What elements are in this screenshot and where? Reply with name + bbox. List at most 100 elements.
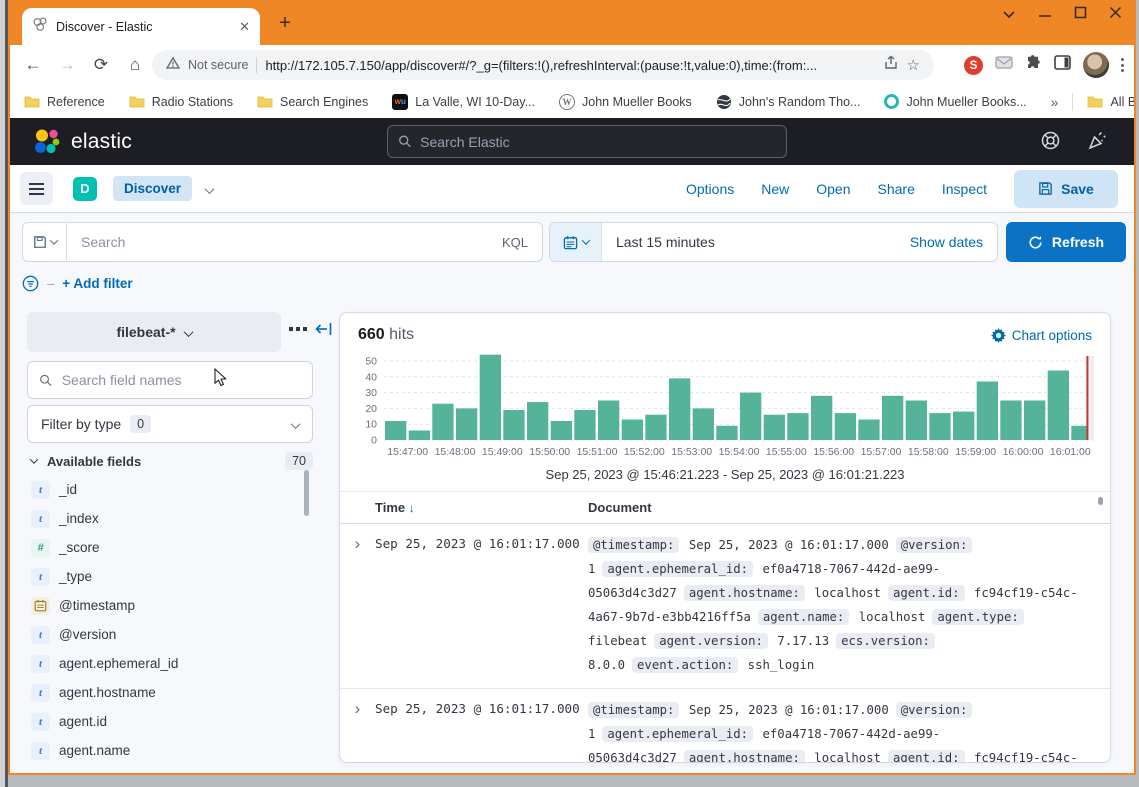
refresh-button[interactable]: Refresh	[1006, 222, 1126, 262]
histogram-bar[interactable]	[740, 393, 761, 440]
field-item[interactable]: t_id	[31, 475, 296, 504]
histogram-bar[interactable]	[622, 420, 643, 441]
doc-field-name[interactable]: event.action:	[632, 657, 738, 673]
breadcrumb-chevron-icon[interactable]	[205, 184, 215, 194]
query-language-label[interactable]: KQL	[502, 235, 542, 250]
field-item[interactable]: t@version	[31, 620, 296, 649]
chart-options-button[interactable]: Chart options	[991, 328, 1092, 343]
date-picker[interactable]: Last 15 minutes Show dates	[549, 222, 998, 262]
histogram-bar[interactable]	[503, 410, 524, 440]
histogram-bar[interactable]	[598, 401, 619, 441]
doc-field-name[interactable]: agent.ephemeral_id:	[602, 561, 753, 577]
toolbar-link-open[interactable]: Open	[816, 181, 850, 197]
url-text[interactable]: http://172.105.7.150/app/discover#/?_g=(…	[265, 58, 874, 73]
doc-field-name[interactable]: @timestamp:	[588, 702, 679, 718]
histogram-bar[interactable]	[456, 408, 477, 440]
home-button[interactable]: ⌂	[118, 55, 152, 75]
sort-descending-icon[interactable]: ↓	[409, 501, 415, 515]
bookmark-item[interactable]: John's Random Tho...	[716, 94, 861, 110]
field-search-input[interactable]	[62, 372, 301, 388]
back-button[interactable]: ←	[16, 55, 50, 75]
doc-field-name[interactable]: agent.id:	[888, 750, 965, 763]
add-filter-control[interactable]: – + Add filter	[22, 275, 133, 292]
doc-field-name[interactable]: agent.hostname:	[684, 585, 805, 601]
address-bar[interactable]: Not secure http://172.105.7.150/app/disc…	[152, 50, 934, 80]
doc-field-name[interactable]: agent.id:	[888, 585, 965, 601]
histogram-bar[interactable]	[977, 382, 998, 441]
histogram-bar[interactable]	[1048, 371, 1069, 441]
histogram-bar[interactable]	[882, 396, 903, 440]
side-panel-icon[interactable]	[1054, 55, 1071, 75]
space-badge[interactable]: D	[73, 177, 97, 201]
doc-field-name[interactable]: ecs.version:	[836, 633, 935, 649]
histogram-bar[interactable]	[574, 410, 595, 440]
toolbar-link-share[interactable]: Share	[878, 181, 915, 197]
document-row[interactable]: ›Sep 25, 2023 @ 16:01:17.000@timestamp: …	[340, 524, 1110, 689]
window-close-button[interactable]	[1109, 6, 1122, 24]
field-item[interactable]: tagent.name	[31, 736, 296, 765]
histogram-bar[interactable]	[953, 412, 974, 440]
browser-tab[interactable]: Discover - Elastic ✕	[22, 8, 260, 45]
histogram-bar[interactable]	[385, 421, 406, 440]
doc-field-name[interactable]: @version:	[896, 537, 973, 553]
histogram-bar[interactable]	[787, 413, 808, 440]
new-tab-button[interactable]: +	[272, 11, 298, 37]
kql-search-input[interactable]	[67, 234, 502, 250]
index-pattern-options-icon[interactable]	[289, 327, 307, 331]
bookmark-item[interactable]: Radio Stations	[129, 94, 233, 110]
doc-field-name[interactable]: agent.ephemeral_id:	[602, 726, 753, 742]
save-button[interactable]: Save	[1014, 170, 1118, 208]
toolbar-link-options[interactable]: Options	[686, 181, 734, 197]
field-item[interactable]: tagent.id	[31, 707, 296, 736]
histogram-bar[interactable]	[764, 415, 785, 440]
news-feed-icon[interactable]	[1087, 130, 1108, 156]
all-bookmarks-button[interactable]: All Bookmarks	[1087, 95, 1136, 109]
histogram-bar[interactable]	[693, 408, 714, 440]
tab-close-icon[interactable]: ✕	[239, 19, 250, 35]
breadcrumb-app-name[interactable]: Discover	[113, 176, 192, 201]
field-item[interactable]: tagent.ephemeral_id	[31, 649, 296, 678]
document-row[interactable]: ›Sep 25, 2023 @ 16:01:17.000@timestamp: …	[340, 689, 1110, 763]
fields-scrollbar[interactable]	[304, 470, 309, 516]
share-icon[interactable]	[883, 55, 899, 76]
histogram-bar[interactable]	[432, 404, 453, 440]
field-item[interactable]: tagent.hostname	[31, 678, 296, 707]
screaming-frog-extension-icon[interactable]: S	[964, 56, 983, 75]
index-pattern-select[interactable]: filebeat-*	[27, 312, 281, 352]
histogram-bar[interactable]	[645, 415, 666, 440]
elastic-logo[interactable]: elastic	[32, 127, 132, 157]
mail-extension-icon[interactable]	[995, 55, 1013, 75]
help-icon[interactable]	[1040, 130, 1061, 156]
extensions-puzzle-icon[interactable]	[1025, 54, 1042, 76]
histogram-bar[interactable]	[716, 426, 737, 440]
forward-button[interactable]: →	[50, 55, 84, 75]
doc-field-name[interactable]: agent.name:	[758, 609, 849, 625]
histogram-bar[interactable]	[669, 378, 690, 440]
window-maximize-button[interactable]	[1074, 6, 1087, 24]
document-column-header[interactable]: Document	[588, 500, 652, 515]
date-picker-menu[interactable]	[550, 223, 602, 261]
bookmark-item[interactable]: Reference	[24, 94, 105, 110]
toolbar-link-new[interactable]: New	[761, 181, 789, 197]
bookmarks-overflow-chevron[interactable]: »	[1051, 94, 1059, 110]
available-fields-header[interactable]: Available fields 70	[31, 452, 313, 470]
bookmark-item[interactable]: wuLa Valle, WI 10-Day...	[392, 94, 535, 110]
reload-button[interactable]: ⟳	[84, 55, 118, 75]
histogram-bar[interactable]	[480, 355, 501, 440]
histogram-bar[interactable]	[811, 396, 832, 440]
window-minimize-button[interactable]	[1038, 6, 1052, 24]
time-column-header[interactable]: Time ↓	[375, 500, 588, 515]
time-range-value[interactable]: Last 15 minutes	[602, 234, 910, 250]
doc-field-name[interactable]: agent.type:	[932, 609, 1023, 625]
doc-field-name[interactable]: agent.version:	[654, 633, 768, 649]
field-item[interactable]: #_score	[31, 533, 296, 562]
field-item[interactable]: t_index	[31, 504, 296, 533]
window-menu-chevron-icon[interactable]	[1002, 6, 1016, 24]
filter-by-type-select[interactable]: Filter by type 0	[27, 405, 313, 443]
doc-field-name[interactable]: agent.hostname:	[684, 750, 805, 763]
bookmark-item[interactable]: WJohn Mueller Books	[559, 94, 692, 110]
histogram-bar[interactable]	[527, 402, 548, 440]
add-filter-button[interactable]: + Add filter	[62, 276, 132, 291]
field-item[interactable]: @timestamp	[31, 591, 296, 620]
toolbar-link-inspect[interactable]: Inspect	[942, 181, 987, 197]
